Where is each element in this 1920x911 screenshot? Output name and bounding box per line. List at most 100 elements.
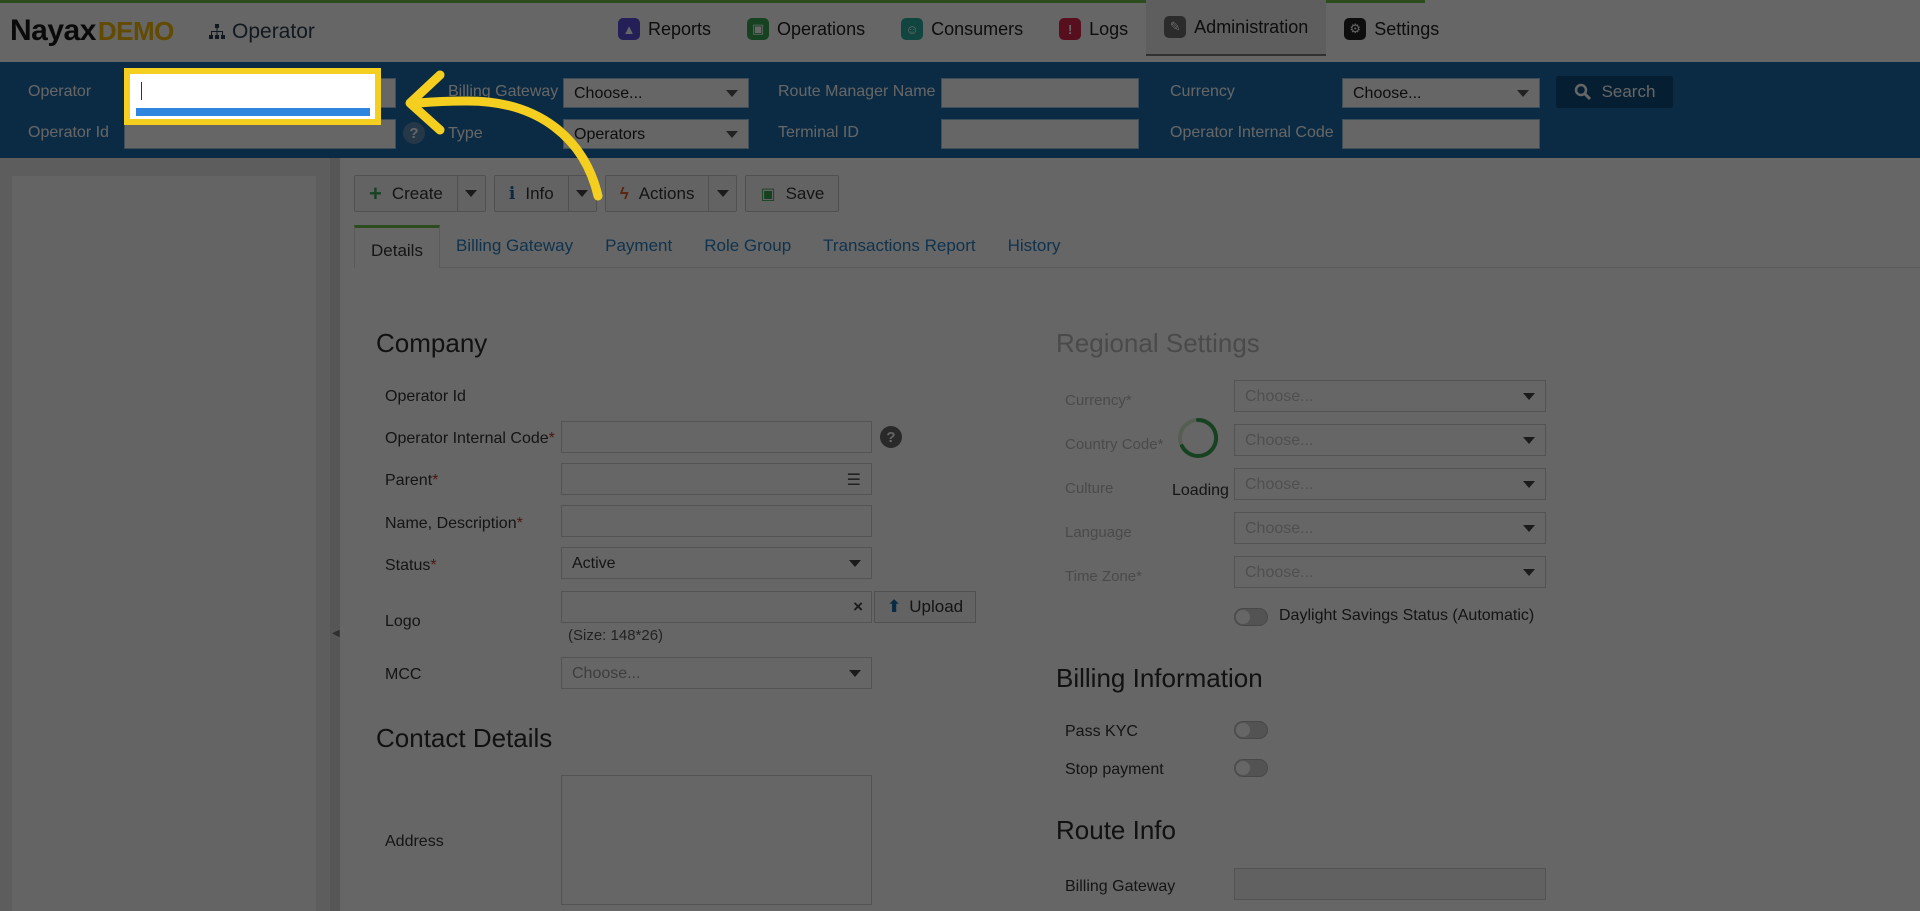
collapse-arrow-icon[interactable]: ◀ [332, 628, 340, 642]
route-billing-gateway-label: Billing Gateway [1065, 878, 1176, 895]
dropdown-arrow-icon [1523, 525, 1535, 532]
tab-transactions-report[interactable]: Transactions Report [807, 225, 991, 268]
operator-id-filter-label: Operator Id [28, 124, 109, 141]
pass-kyc-label: Pass KYC [1065, 723, 1138, 740]
required-mark: * [1136, 568, 1142, 585]
internal-code-input[interactable] [561, 421, 872, 453]
operator-id-label: Operator Id [385, 388, 466, 405]
country-code-label-text: Country Code [1065, 436, 1158, 453]
save-button-label: Save [785, 183, 825, 203]
nav-logs[interactable]: ! Logs [1041, 0, 1146, 58]
tab-details[interactable]: Details [354, 225, 440, 268]
currency-filter-select[interactable]: Choose... [1342, 78, 1540, 108]
route-manager-filter-input[interactable] [941, 78, 1139, 108]
tab-payment[interactable]: Payment [589, 225, 688, 268]
select-value: Choose... [1353, 85, 1422, 102]
time-zone-select[interactable]: Choose... [1234, 556, 1546, 588]
operator-input-field[interactable] [136, 77, 370, 103]
nav-reports[interactable]: ▲ Reports [600, 0, 729, 58]
panel-splitter[interactable]: ◀ [330, 158, 340, 911]
required-mark: * [1157, 436, 1164, 453]
actions-button[interactable]: ϟ Actions [604, 175, 738, 212]
nayax-logo[interactable]: NayaxDEMO [10, 14, 174, 48]
status-select[interactable]: Active [561, 547, 872, 579]
chevron-down-icon [465, 190, 478, 197]
dropdown-arrow-icon [849, 670, 861, 677]
tab-history[interactable]: History [992, 225, 1077, 268]
contact-section-title: Contact Details [376, 723, 553, 753]
status-label-text: Status [385, 557, 431, 574]
help-icon[interactable]: ? [880, 426, 902, 448]
reports-icon: ▲ [618, 18, 640, 40]
text-cursor [141, 82, 142, 100]
internal-code-filter-input[interactable] [1342, 119, 1540, 149]
parent-label-text: Parent [385, 472, 433, 489]
list-icon[interactable]: ☰ [847, 470, 861, 490]
loading-spinner-icon [1178, 417, 1219, 458]
parent-input[interactable]: ☰ [561, 463, 872, 495]
required-mark: * [516, 515, 523, 532]
parent-label: Parent* [385, 472, 438, 490]
logo-demo-text: DEMO [97, 16, 175, 46]
billing-gateway-filter-label: Billing Gateway [448, 83, 559, 100]
logs-icon: ! [1059, 18, 1082, 40]
save-button[interactable]: ▣ Save [745, 175, 840, 212]
search-icon [1574, 83, 1591, 101]
billing-gateway-filter-select[interactable]: Choose... [563, 78, 749, 108]
culture-select[interactable]: Choose... [1234, 468, 1546, 500]
operator-tree[interactable] [12, 176, 316, 911]
action-toolbar: + Create i Info ϟ Actions ▣ Save [354, 175, 840, 213]
clear-icon[interactable]: × [853, 597, 863, 617]
required-mark: * [430, 557, 437, 574]
pass-kyc-toggle[interactable] [1234, 721, 1268, 739]
nav-administration[interactable]: ✎ Administration [1146, 0, 1327, 56]
lightning-icon: ϟ [619, 183, 629, 203]
time-zone-label: Time Zone* [1065, 568, 1142, 585]
page-title-text: Operator [232, 20, 315, 43]
highlighted-operator-input[interactable] [124, 68, 381, 125]
autocomplete-dropdown-bar [136, 108, 370, 116]
chevron-down-icon [576, 190, 589, 197]
mcc-select[interactable]: Choose... [561, 657, 872, 689]
address-textarea[interactable] [561, 775, 872, 905]
upload-button-label: Upload [909, 597, 964, 616]
nav-consumers[interactable]: ☺ Consumers [883, 0, 1041, 58]
regional-section-title: Regional Settings [1056, 328, 1260, 358]
terminal-id-filter-input[interactable] [941, 119, 1139, 149]
language-select[interactable]: Choose... [1234, 512, 1546, 544]
route-manager-filter-label: Route Manager Name [778, 83, 936, 100]
language-label: Language [1065, 524, 1132, 541]
tab-role-group[interactable]: Role Group [688, 225, 807, 268]
country-code-select[interactable]: Choose... [1234, 424, 1546, 456]
currency-select[interactable]: Choose... [1234, 380, 1546, 412]
nav-operations[interactable]: ▣ Operations [729, 0, 883, 58]
select-value: Choose... [572, 665, 641, 682]
help-icon[interactable]: ? [403, 122, 425, 144]
create-dropdown-toggle[interactable] [456, 176, 485, 211]
operator-tree-panel [0, 158, 330, 911]
actions-dropdown-toggle[interactable] [708, 176, 736, 211]
search-button-label: Search [1601, 82, 1656, 101]
company-section-title: Company [376, 328, 488, 358]
upload-icon: ⬆ [887, 597, 902, 616]
logo-file-input[interactable]: × [561, 591, 872, 623]
nav-label: Consumers [931, 18, 1024, 39]
upload-button[interactable]: ⬆ Upload [874, 591, 977, 623]
search-button[interactable]: Search [1556, 76, 1673, 108]
time-zone-label-text: Time Zone [1065, 568, 1137, 585]
currency-filter-label: Currency [1170, 83, 1235, 100]
name-description-input[interactable] [561, 505, 872, 537]
save-icon: ▣ [760, 185, 776, 203]
create-button[interactable]: + Create [354, 175, 486, 212]
select-value: Choose... [1245, 432, 1314, 449]
info-dropdown-toggle[interactable] [567, 176, 596, 211]
tab-billing-gateway[interactable]: Billing Gateway [440, 225, 589, 268]
nav-label: Reports [648, 18, 712, 39]
stop-payment-toggle[interactable] [1234, 759, 1268, 777]
nav-settings[interactable]: ⚙ Settings [1326, 0, 1457, 58]
dst-toggle[interactable] [1234, 608, 1268, 626]
create-button-label: Create [391, 183, 443, 203]
type-filter-select[interactable]: Operators [563, 119, 749, 149]
info-button[interactable]: i Info [493, 175, 597, 212]
type-filter-label: Type [448, 125, 483, 142]
